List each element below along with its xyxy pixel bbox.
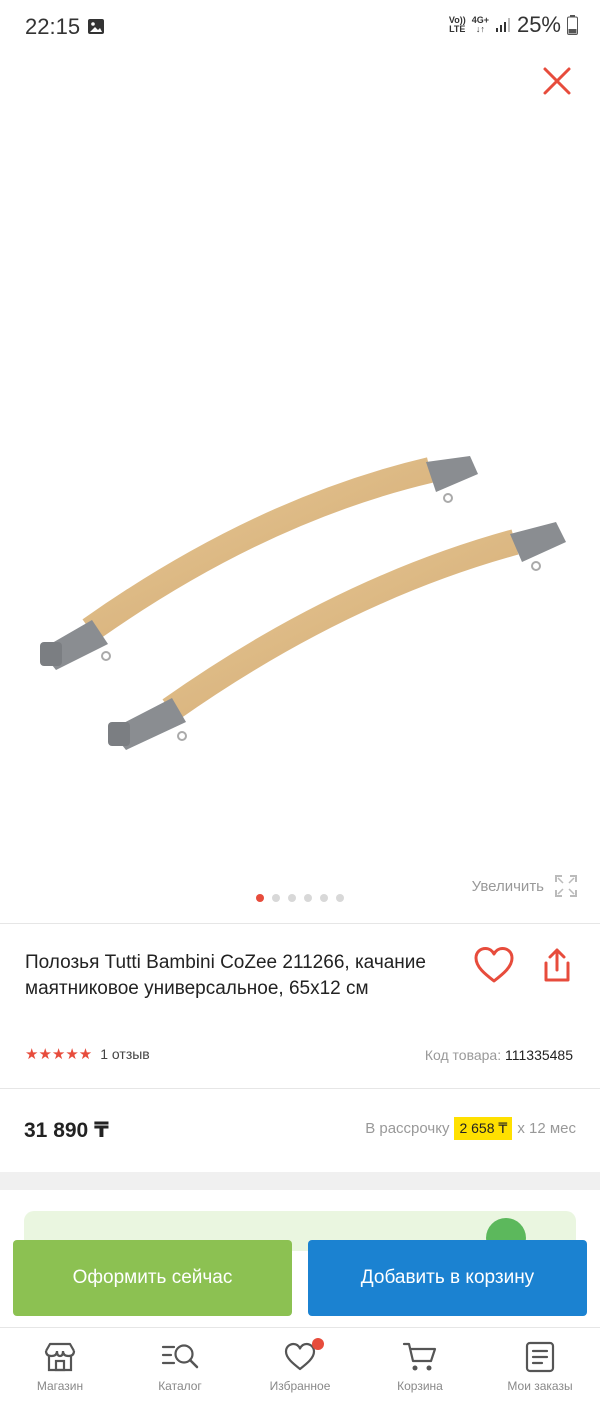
gallery-notification-icon bbox=[88, 19, 104, 34]
catalog-search-icon bbox=[161, 1344, 199, 1369]
buy-now-button[interactable]: Оформить сейчас bbox=[13, 1240, 292, 1316]
zoom-label: Увеличить bbox=[471, 877, 544, 895]
pager-dot-active[interactable] bbox=[256, 894, 264, 902]
sku-label: Код товара: bbox=[424, 1047, 502, 1063]
status-time: 22:15 bbox=[25, 14, 81, 39]
add-to-cart-button[interactable]: Добавить в корзину bbox=[308, 1240, 587, 1316]
runner-bottom bbox=[108, 522, 566, 750]
nav-item-favorites[interactable]: Избранное bbox=[240, 1328, 360, 1408]
bottom-nav: Магазин Каталог Избранное Корзина Мои за… bbox=[0, 1327, 600, 1408]
volte-indicator: Vo)) LTE bbox=[448, 15, 466, 34]
pager-dot[interactable] bbox=[304, 894, 312, 902]
reviews-link[interactable]: 1 отзыв bbox=[100, 1046, 150, 1062]
installment-amount: 2 658 ₸ bbox=[454, 1117, 513, 1140]
divider bbox=[0, 923, 600, 924]
nav-item-orders[interactable]: Мои заказы bbox=[480, 1328, 600, 1408]
installment-info[interactable]: В рассрочку 2 658 ₸ x 12 мес bbox=[365, 1117, 576, 1140]
battery-percent: 25% bbox=[516, 12, 561, 37]
favorite-heart-icon[interactable] bbox=[473, 946, 515, 984]
status-bar: 22:15 Vo)) LTE 4G+ ↓↑ 25% bbox=[0, 0, 600, 54]
orders-icon bbox=[525, 1341, 555, 1373]
pager-dot[interactable] bbox=[272, 894, 280, 902]
status-indicators: Vo)) LTE 4G+ ↓↑ 25% bbox=[449, 12, 578, 38]
nav-item-store[interactable]: Магазин bbox=[0, 1328, 120, 1408]
nav-label-cart: Корзина bbox=[397, 1379, 443, 1393]
sku-value: 111335485 bbox=[505, 1047, 573, 1063]
zoom-button[interactable]: Увеличить bbox=[472, 874, 578, 898]
share-icon[interactable] bbox=[539, 946, 575, 984]
signal-icon bbox=[495, 18, 510, 32]
installment-label: В рассрочку bbox=[365, 1120, 450, 1137]
pager-dot[interactable] bbox=[336, 894, 344, 902]
nav-label-store: Магазин bbox=[36, 1379, 84, 1393]
pager-dot[interactable] bbox=[320, 894, 328, 902]
nav-item-catalog[interactable]: Каталог bbox=[120, 1328, 240, 1408]
image-pager[interactable] bbox=[256, 894, 344, 902]
favorites-badge bbox=[312, 1338, 324, 1350]
product-image[interactable] bbox=[0, 430, 600, 790]
installment-term: x 12 мес bbox=[517, 1120, 576, 1137]
close-icon[interactable] bbox=[540, 64, 574, 98]
nav-label-orders: Мои заказы bbox=[507, 1379, 573, 1393]
nav-label-catalog: Каталог bbox=[158, 1379, 202, 1393]
nav-item-cart[interactable]: Корзина bbox=[360, 1328, 480, 1408]
price: 31 890 ₸ bbox=[24, 1119, 109, 1142]
rating: ★★★★★ 1 отзыв bbox=[25, 1045, 150, 1063]
divider bbox=[0, 1088, 600, 1089]
data-indicator: 4G+ ↓↑ bbox=[471, 15, 489, 34]
nav-label-favorites: Избранное bbox=[269, 1379, 331, 1393]
rating-stars-icon: ★★★★★ bbox=[25, 1046, 93, 1063]
expand-icon bbox=[555, 875, 577, 897]
product-title: Полозья Tutti Bambini CoZee 211266, кача… bbox=[25, 952, 426, 999]
section-separator bbox=[0, 1172, 600, 1190]
sku: Код товара: 111335485 bbox=[425, 1047, 573, 1063]
pager-dot[interactable] bbox=[288, 894, 296, 902]
store-icon bbox=[44, 1342, 76, 1372]
cart-icon bbox=[402, 1342, 437, 1371]
battery-icon bbox=[567, 15, 578, 35]
